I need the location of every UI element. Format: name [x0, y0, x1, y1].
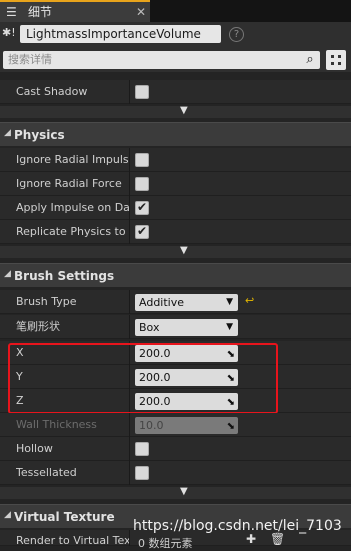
physics-title: Physics: [14, 128, 65, 142]
column-divider: [129, 220, 130, 244]
ignore-radial-impulse-checkbox[interactable]: [135, 153, 149, 167]
tessellated-label: Tessellated: [16, 466, 77, 479]
brush-type-value: Additive: [139, 296, 184, 309]
help-icon[interactable]: ?: [229, 27, 244, 42]
dropdown-arrow-icon: ▼: [226, 297, 233, 307]
replicate-physics-checkbox[interactable]: [135, 224, 149, 239]
dropdown-arrow-icon: ▼: [226, 322, 233, 332]
apply-impulse-label: Apply Impulse on Damage: [16, 201, 129, 214]
cast-shadow-label: Cast Shadow: [16, 85, 88, 98]
cast-shadow-row: Cast Shadow: [0, 80, 351, 104]
ignore-radial-force-label: Ignore Radial Force: [16, 177, 122, 190]
wall-thickness-value: 10.0: [139, 419, 164, 432]
brush-shape-label: 笔刷形状: [16, 320, 60, 333]
expand-arrow-icon: ▼: [180, 486, 188, 497]
ignore-radial-impulse-row: Ignore Radial Impulse: [0, 148, 351, 172]
tab-label: 细节: [28, 5, 53, 19]
brush-shape-value: Box: [139, 321, 160, 334]
column-divider: [129, 148, 130, 172]
hollow-label: Hollow: [16, 442, 53, 455]
tab-details[interactable]: ☰ 细节 ✕: [0, 0, 150, 22]
brush-advanced-expander[interactable]: ▼: [0, 486, 351, 499]
search-details-input[interactable]: 搜索详情: [3, 51, 320, 69]
column-divider: [129, 315, 130, 339]
column-divider: [129, 413, 130, 437]
ignore-radial-impulse-label: Ignore Radial Impulse: [16, 153, 129, 166]
reset-to-default-icon[interactable]: ↩: [245, 294, 254, 307]
collapse-arrow-icon: ◢: [4, 269, 11, 279]
brush-shape-combo[interactable]: Box ▼: [135, 319, 238, 336]
column-divider: [129, 196, 130, 220]
hollow-checkbox[interactable]: [135, 442, 149, 456]
brush-type-combo[interactable]: Additive ▼: [135, 294, 238, 311]
virtual-texture-title: Virtual Texture: [14, 510, 115, 524]
collapse-arrow-icon: ◢: [4, 510, 11, 520]
watermark-text: https://blog.csdn.net/lei_7103: [133, 518, 342, 534]
close-tab-icon[interactable]: ✕: [136, 5, 146, 19]
ignore-radial-force-row: Ignore Radial Force: [0, 172, 351, 196]
physics-section-header[interactable]: ◢ Physics: [0, 122, 351, 146]
brush-type-row: Brush Type Additive ▼ ↩: [0, 290, 351, 314]
wall-thickness-row: Wall Thickness 10.0 ⬊: [0, 413, 351, 437]
cast-shadow-checkbox[interactable]: [135, 85, 149, 99]
tessellated-checkbox[interactable]: [135, 466, 149, 480]
expand-arrow-icon: ▼: [180, 245, 188, 256]
drag-resize-icon: ⬊: [226, 421, 235, 432]
wall-thickness-label: Wall Thickness: [16, 418, 97, 431]
brush-type-label: Brush Type: [16, 295, 77, 308]
expand-arrow-icon: ▼: [180, 105, 188, 116]
column-divider: [129, 172, 130, 196]
actor-icon: ✱!: [2, 26, 16, 39]
details-tab-icon: ☰: [6, 5, 17, 19]
add-element-icon[interactable]: ✚: [246, 532, 256, 546]
delete-elements-icon[interactable]: 🗑: [270, 532, 285, 546]
physics-advanced-expander[interactable]: ▼: [0, 245, 351, 258]
column-divider: [129, 290, 130, 314]
search-icon[interactable]: ⌕: [302, 51, 318, 69]
column-divider: [129, 461, 130, 485]
column-divider: [129, 80, 130, 104]
replicate-physics-label: Replicate Physics to Autonomous Proxy: [16, 225, 129, 238]
array-elements-count: 0 数组元素: [138, 537, 193, 550]
tab-bar: ☰ 细节 ✕: [0, 0, 351, 22]
collapse-arrow-icon: ◢: [4, 128, 11, 138]
view-options-grid-icon[interactable]: [326, 50, 346, 70]
tessellated-row: Tessellated: [0, 461, 351, 485]
replicate-physics-row: Replicate Physics to Autonomous Proxy: [0, 220, 351, 244]
apply-impulse-row: Apply Impulse on Damage: [0, 196, 351, 220]
highlight-box: [8, 343, 278, 414]
ignore-radial-force-checkbox[interactable]: [135, 177, 149, 191]
brush-settings-title: Brush Settings: [14, 269, 115, 283]
wall-thickness-field: 10.0 ⬊: [135, 417, 238, 434]
brush-settings-section-header[interactable]: ◢ Brush Settings: [0, 263, 351, 287]
advanced-expander[interactable]: ▼: [0, 105, 351, 118]
column-divider: [129, 530, 130, 546]
brush-shape-row: 笔刷形状 Box ▼: [0, 315, 351, 339]
column-divider: [129, 437, 130, 461]
hollow-row: Hollow: [0, 437, 351, 461]
actor-name-field[interactable]: LightmassImportanceVolume: [20, 25, 221, 43]
apply-impulse-checkbox[interactable]: [135, 200, 149, 215]
